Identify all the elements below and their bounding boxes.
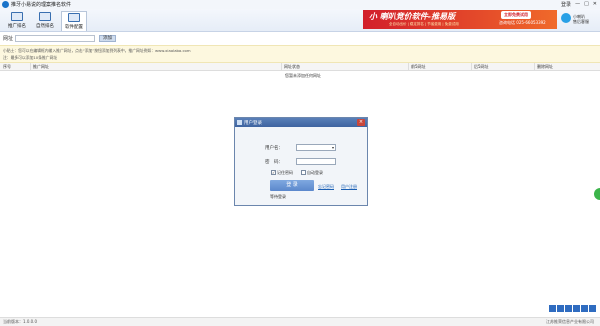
ad-title: 小 喇叭竞价软件-推易版 [369,12,456,21]
password-label: 密 码： [265,160,283,165]
auto-login-label: 自动登录 [307,170,323,175]
tray-icon[interactable] [581,305,588,312]
tab-promotion-ranking[interactable]: 推广排名 [4,11,30,31]
remember-password-checkbox[interactable]: ✓ [271,170,276,175]
tray-icon[interactable] [549,305,556,312]
table-header: 序号 推广网址 网址状态 前5网址 后5网址 删除网址 [0,63,600,71]
ad-trial-button[interactable]: 立即免费试用 [501,11,531,19]
login-status: 等待登录 [270,194,286,199]
ad-subtitle: 全自动出价 | 稳定排名 | 节省费用 | 免费试用 [389,22,459,26]
close-icon[interactable]: ✕ [593,1,597,8]
url-entry-row: 网址 添加 [0,33,600,45]
tray-icon[interactable] [589,305,596,312]
support-text: 小喇叭 售后客服 [573,14,589,24]
column-divider [471,63,472,70]
dialog-title: 用户登录 [244,121,262,126]
dialog-app-icon [237,120,242,125]
support-line2: 售后客服 [573,19,589,24]
settings-icon [68,13,80,22]
tray-icon[interactable] [565,305,572,312]
tab-label: 自然排名 [36,24,54,29]
minimize-icon[interactable]: — [575,1,580,8]
chart-icon [39,12,51,21]
chevron-down-icon[interactable]: ▾ [332,145,334,150]
app-logo-icon [2,1,9,8]
tab-label: 软件配置 [65,25,83,30]
tab-label: 推广排名 [8,24,26,29]
tips-bar: 小贴士：您可以在编辑框内输入推广网址，点击“添加”按钮添加到列表中，推广网址例如… [0,45,600,63]
col-bottom5: 后5网址 [474,64,489,69]
tab-software-config[interactable]: 软件配置 [61,11,87,31]
username-field[interactable]: ▾ [296,144,336,151]
auto-login-checkbox[interactable] [301,170,306,175]
monitor-icon [11,12,23,21]
maximize-icon[interactable]: □ [584,1,589,8]
remember-password-label: 记住密码 [277,170,293,175]
column-divider [534,63,535,70]
col-status: 网址状态 [284,64,300,69]
url-input[interactable] [15,35,95,42]
ad-banner[interactable]: 小 喇叭竞价软件-推易版 全自动出价 | 稳定排名 | 节省费用 | 免费试用 … [363,10,557,29]
column-divider [30,63,31,70]
window-controls: 登录 — □ ✕ [561,1,597,8]
col-index: 序号 [3,64,11,69]
login-link[interactable]: 登录 [561,1,571,8]
forgot-password-link[interactable]: 忘记密码 [318,184,334,190]
add-url-button[interactable]: 添加 [99,35,116,42]
column-divider [281,63,282,70]
title-bar: 推牙小易说的理案推名软件 登录 — □ ✕ [0,0,600,9]
side-float-tab[interactable] [594,188,600,200]
version-text: 当前版本：1.0.0.0 [3,319,37,324]
tip-line: 小贴士：您可以在编辑框内输入推广网址，点击“添加”按钮添加到列表中，推广网址例如… [3,48,191,53]
login-dialog: 用户登录 × 用户名： ▾ 密 码： ✓ 记住密码 自动登录 登 录 忘记密码 … [234,117,368,206]
window-title: 推牙小易说的理案推名软件 [11,2,72,8]
column-divider [408,63,409,70]
company-text: 江苏推荣信息产业有限公司 [546,319,594,324]
tab-natural-ranking[interactable]: 自然排名 [32,11,58,31]
tray-icons [549,305,599,312]
dialog-titlebar[interactable]: 用户登录 × [235,118,367,127]
tray-icon[interactable] [557,305,564,312]
url-label: 网址 [3,36,14,42]
tip-note: 注：最多可以添加10条推广网址 [3,55,58,60]
col-delete: 删除网址 [537,64,553,69]
password-field[interactable] [296,158,336,165]
empty-table-message: 您暂未添加任何网址 [285,73,321,78]
support-chat-icon [561,13,571,23]
tray-icon[interactable] [573,305,580,312]
close-icon[interactable]: × [357,119,365,126]
register-link[interactable]: 用户注册 [341,184,357,190]
login-button[interactable]: 登 录 [270,180,314,191]
col-top5: 前5网址 [411,64,426,69]
username-label: 用户名： [265,146,283,151]
customer-support[interactable]: 小喇叭 售后客服 [561,11,597,29]
ad-phone: 咨询电话 025-66053392 [499,20,546,25]
col-url: 推广网址 [33,64,49,69]
